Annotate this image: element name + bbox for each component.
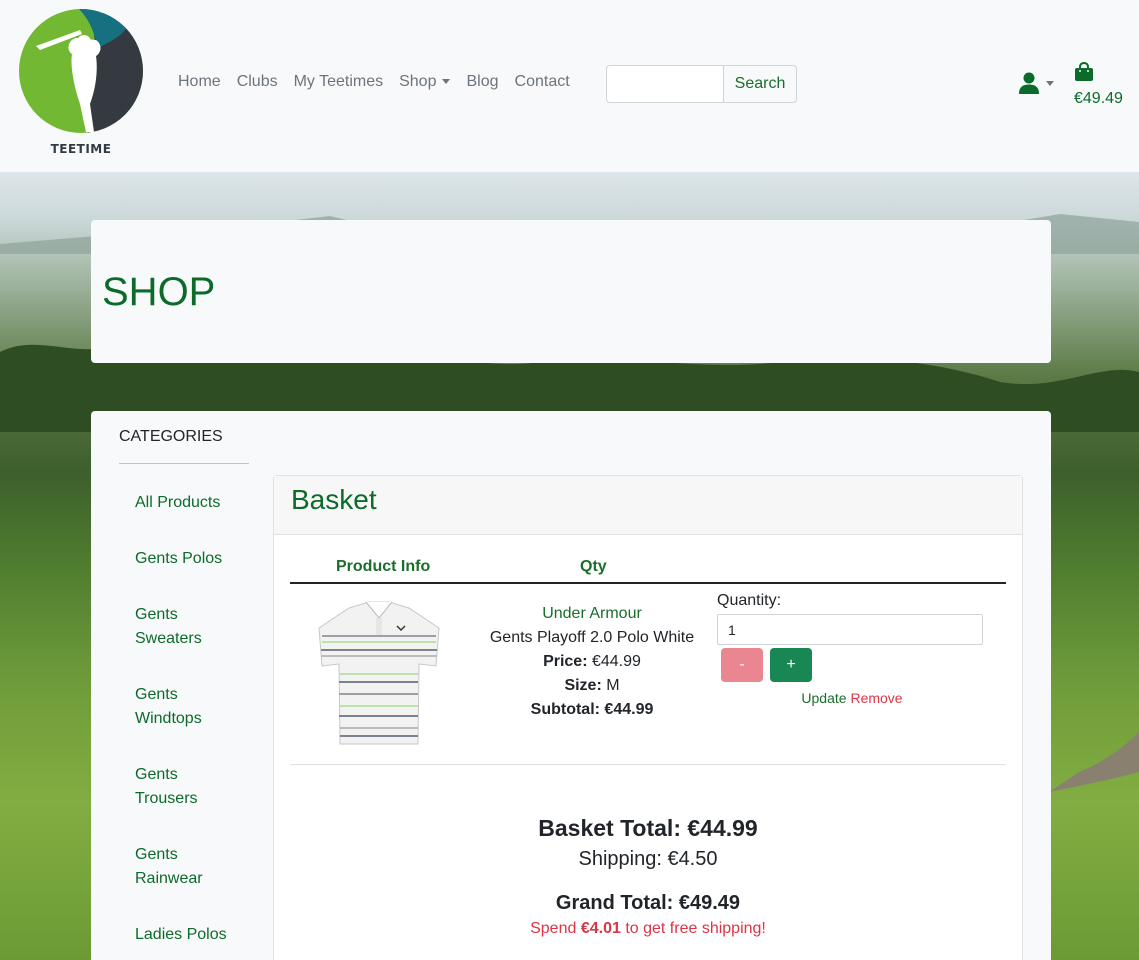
categories-title: CATEGORIES	[119, 428, 223, 445]
category-gents-polos[interactable]: Gents Polos	[135, 547, 245, 571]
price-value: €44.99	[591, 653, 641, 670]
category-label: Gents	[135, 846, 178, 863]
category-label: Gents Polos	[135, 550, 223, 567]
free-shipping-message: Spend €4.01 to get free shipping!	[274, 920, 1022, 938]
logo-text: TEETIME	[50, 142, 112, 156]
decrement-button[interactable]: -	[721, 648, 763, 682]
basket-totals: Basket Total: €44.99 Shipping: €4.50 Gra…	[274, 812, 1022, 938]
shopping-bag-icon	[1075, 61, 1093, 81]
increment-button[interactable]: +	[770, 648, 812, 682]
nav-my-teetimes[interactable]: My Teetimes	[294, 73, 384, 91]
category-label: Ladies Polos	[135, 926, 227, 943]
shipping-cost: Shipping: €4.50	[578, 848, 718, 870]
product-subtotal: Subtotal: €44.99	[474, 698, 710, 722]
category-label: Gents	[135, 766, 178, 783]
category-label: All Products	[135, 494, 221, 511]
account-dropdown[interactable]	[1018, 72, 1054, 94]
category-label: Gents	[135, 686, 178, 703]
teetime-logo[interactable]: TEETIME	[18, 8, 144, 160]
basket-card: Basket Product Info Qty Under Armour Gen…	[273, 475, 1023, 960]
update-link[interactable]: Update	[801, 690, 846, 706]
subtotal-value: €44.99	[604, 701, 654, 718]
nav-shop-dropdown[interactable]: Shop	[399, 73, 451, 91]
basket-amount: €49.49	[1074, 90, 1123, 107]
basket-title: Basket	[291, 484, 377, 515]
item-actions: Update Remove	[717, 690, 987, 706]
category-gents-trousers[interactable]: Gents Trousers	[135, 763, 245, 811]
shop-main-card: CATEGORIES All Products Gents Polos Gent…	[91, 411, 1051, 960]
size-label: Size:	[564, 677, 602, 694]
category-label: Trousers	[135, 790, 198, 807]
remove-link[interactable]: Remove	[850, 690, 902, 706]
basket-table-header: Product Info Qty	[290, 554, 1006, 584]
price-label: Price:	[543, 653, 588, 670]
chevron-down-icon	[1046, 80, 1054, 86]
category-all-products[interactable]: All Products	[135, 491, 245, 515]
polo-shirt-image	[318, 601, 440, 745]
categories-list: All Products Gents Polos Gents Sweaters G…	[135, 491, 245, 947]
page-title: SHOP	[102, 270, 216, 314]
category-label: Windtops	[135, 710, 202, 727]
nav-contact[interactable]: Contact	[515, 73, 570, 91]
category-label: Rainwear	[135, 870, 203, 887]
golfer-logo-icon	[19, 9, 143, 133]
basket-link[interactable]: €49.49	[1074, 61, 1134, 108]
navbar: TEETIME Home Clubs My Teetimes Shop Blog…	[0, 0, 1139, 172]
categories-divider	[119, 463, 249, 464]
quantity-stepper: - +	[721, 648, 812, 682]
shop-header-card: SHOP	[91, 220, 1051, 363]
search-button[interactable]: Search	[723, 65, 797, 103]
product-price: Price: €44.99	[474, 650, 710, 674]
chevron-down-icon	[442, 79, 451, 85]
category-ladies-polos[interactable]: Ladies Polos	[135, 923, 245, 947]
quantity-form: Quantity: - + Update Remove	[717, 592, 987, 706]
size-value: M	[606, 677, 620, 694]
quantity-label: Quantity:	[717, 592, 782, 609]
category-label: Gents	[135, 606, 178, 623]
product-size: Size: M	[474, 674, 710, 698]
spend-suffix: to get free shipping!	[625, 920, 766, 937]
nav-home[interactable]: Home	[178, 73, 221, 91]
header-product-info: Product Info	[336, 558, 431, 575]
nav-shop-label: Shop	[399, 73, 437, 90]
basket-total: Basket Total: €44.99	[538, 815, 758, 841]
product-info: Under Armour Gents Playoff 2.0 Polo Whit…	[474, 602, 710, 722]
spend-amount: €4.01	[580, 920, 621, 937]
grand-total: Grand Total: €49.49	[555, 892, 741, 914]
search-input[interactable]	[606, 65, 723, 103]
category-label: Sweaters	[135, 630, 202, 647]
category-gents-windtops[interactable]: Gents Windtops	[135, 683, 245, 731]
nav-clubs[interactable]: Clubs	[237, 73, 278, 91]
header-qty: Qty	[580, 558, 607, 575]
user-icon	[1019, 72, 1039, 94]
subtotal-label: Subtotal:	[530, 701, 600, 718]
spend-prefix: Spend	[530, 920, 577, 937]
search-form: Search	[606, 65, 797, 103]
cart-path-image	[1049, 732, 1139, 792]
nav-blog[interactable]: Blog	[466, 73, 498, 91]
category-gents-sweaters[interactable]: Gents Sweaters	[135, 603, 245, 651]
basket-header: Basket	[274, 476, 1022, 535]
product-brand: Under Armour	[542, 605, 642, 622]
nav-links: Home Clubs My Teetimes Shop Blog Contact	[178, 73, 586, 91]
category-gents-rainwear[interactable]: Gents Rainwear	[135, 843, 245, 891]
row-divider	[290, 764, 1006, 765]
quantity-input[interactable]	[717, 614, 983, 645]
product-name: Gents Playoff 2.0 Polo White	[489, 629, 695, 646]
